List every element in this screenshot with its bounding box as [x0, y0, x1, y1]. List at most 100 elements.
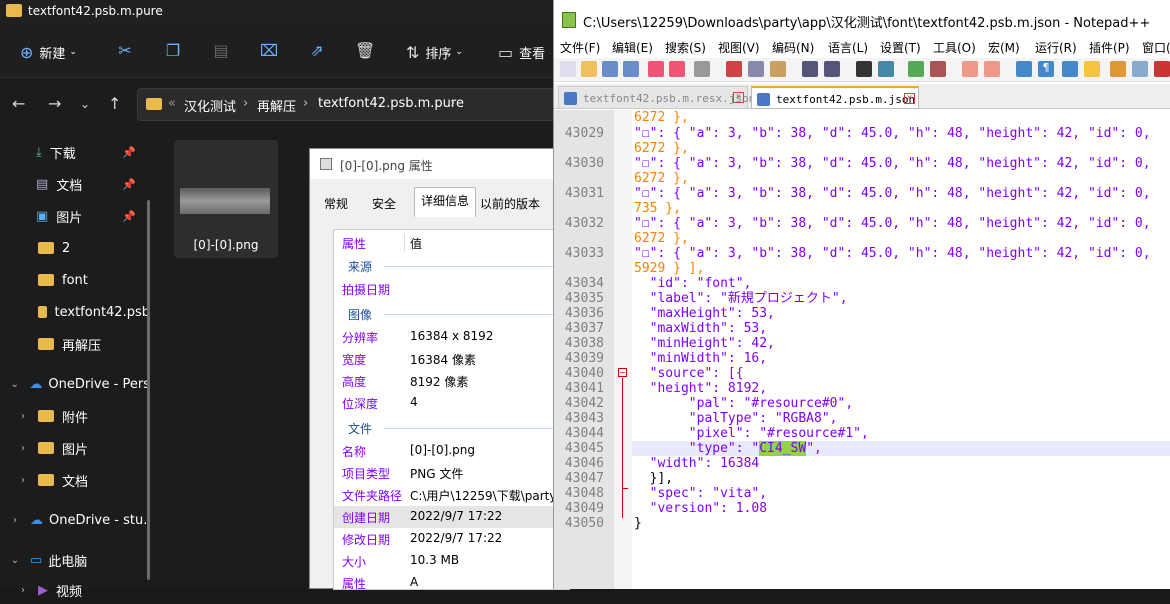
- sort-button[interactable]: ⇅ 排序 ⌄: [406, 40, 463, 64]
- record-macro-icon[interactable]: [1154, 61, 1170, 77]
- address-bar[interactable]: « 汉化测试 › 再解压 › textfont42.psb.m.pure ›: [137, 88, 567, 121]
- pin-icon[interactable]: 📌: [122, 178, 136, 191]
- menu-edit[interactable]: 编辑(E): [612, 39, 653, 56]
- menu-language[interactable]: 语言(L): [828, 39, 868, 56]
- close-all-icon[interactable]: [669, 61, 685, 77]
- new-button[interactable]: ⊕ 新建 ⌄: [20, 40, 77, 64]
- close-tab-icon[interactable]: ×: [733, 92, 744, 103]
- new-file-icon[interactable]: [560, 61, 576, 77]
- tab-details[interactable]: 详细信息: [414, 187, 477, 217]
- sidebar-item-rezip[interactable]: 再解压: [0, 330, 150, 358]
- menu-run[interactable]: 运行(R): [1035, 39, 1077, 56]
- table-row[interactable]: 大小 10.3 MB: [334, 550, 571, 572]
- share-icon[interactable]: ⇗: [307, 41, 327, 61]
- sidebar-item-folder-2[interactable]: 2: [0, 234, 150, 262]
- chevron-right-icon[interactable]: ›: [14, 585, 32, 596]
- save-icon[interactable]: [602, 61, 618, 77]
- table-row[interactable]: 高度 8192 像素: [334, 370, 571, 392]
- table-row[interactable]: 属性 A: [334, 572, 571, 594]
- copy-icon[interactable]: ❐: [163, 41, 183, 61]
- code-editor[interactable]: 6272 }, "☐": { "a": 3, "b": 38, "d": 45.…: [632, 110, 1170, 589]
- header-value[interactable]: 值: [410, 235, 422, 252]
- delete-icon[interactable]: 🗑: [355, 41, 375, 61]
- tab-general[interactable]: 常规: [318, 191, 354, 215]
- tab-previous-versions[interactable]: 以前的版本: [474, 191, 546, 215]
- tab-security[interactable]: 安全: [366, 191, 402, 215]
- menu-encoding[interactable]: 编码(N): [772, 39, 814, 56]
- cut-icon[interactable]: ✂: [115, 41, 135, 61]
- fold-collapse-icon[interactable]: −: [618, 368, 627, 377]
- breadcrumb-item[interactable]: textfont42.psb.m.pure: [318, 96, 464, 111]
- cut-icon[interactable]: [726, 61, 742, 77]
- folder-workspace-icon[interactable]: [1132, 61, 1148, 77]
- print-icon[interactable]: [694, 61, 710, 77]
- find-icon[interactable]: [856, 61, 872, 77]
- menu-settings[interactable]: 设置(T): [880, 39, 921, 56]
- sync-vertical-icon[interactable]: [962, 61, 978, 77]
- sync-horizontal-icon[interactable]: [984, 61, 1000, 77]
- table-row[interactable]: 创建日期 2022/9/7 17:22: [334, 506, 571, 528]
- open-file-icon[interactable]: [581, 61, 597, 77]
- close-icon[interactable]: [648, 61, 664, 77]
- close-tab-icon[interactable]: ×: [904, 93, 915, 104]
- tab-json[interactable]: textfont42.psb.m.json ×: [751, 86, 919, 109]
- undo-icon[interactable]: [802, 61, 818, 77]
- zoom-in-icon[interactable]: [908, 61, 924, 77]
- rename-icon[interactable]: ⌧: [259, 41, 279, 61]
- chevron-down-icon[interactable]: ⌄: [6, 379, 23, 390]
- sidebar-item-this-pc[interactable]: ⌄ ▭ 此电脑: [0, 546, 150, 574]
- document-map-icon[interactable]: [1084, 61, 1100, 77]
- table-row[interactable]: 项目类型 PNG 文件: [334, 462, 571, 484]
- word-wrap-icon[interactable]: [1016, 61, 1032, 77]
- menu-window[interactable]: 窗口(: [1142, 39, 1170, 56]
- function-list-icon[interactable]: [1110, 61, 1126, 77]
- chevron-down-icon[interactable]: ⌄: [6, 555, 24, 566]
- replace-icon[interactable]: [878, 61, 894, 77]
- paste-icon[interactable]: [770, 61, 786, 77]
- table-row[interactable]: 宽度 16384 像素: [334, 348, 571, 370]
- zoom-out-icon[interactable]: [930, 61, 946, 77]
- sidebar-item-onedrive-stu[interactable]: › ☁ OneDrive - stu.: [0, 506, 150, 534]
- sidebar-item-videos[interactable]: › ▶ 视频: [0, 576, 150, 604]
- menu-search[interactable]: 搜索(S): [665, 39, 706, 56]
- sidebar-scrollbar[interactable]: [147, 200, 150, 580]
- forward-arrow-icon[interactable]: →: [48, 94, 61, 113]
- chevron-right-icon[interactable]: ›: [14, 475, 32, 486]
- sidebar-item-documents[interactable]: ▤ 文档 📌: [0, 170, 150, 198]
- overflow-chevron-icon[interactable]: «: [168, 96, 176, 111]
- show-all-characters-icon[interactable]: ¶: [1038, 61, 1054, 77]
- menu-tools[interactable]: 工具(O): [933, 39, 976, 56]
- save-all-icon[interactable]: [623, 61, 639, 77]
- sidebar-item-font[interactable]: font: [0, 266, 150, 294]
- header-property[interactable]: 属性: [342, 235, 366, 252]
- breadcrumb-item[interactable]: 汉化测试: [184, 96, 236, 115]
- menu-macro[interactable]: 宏(M): [988, 39, 1020, 56]
- breadcrumb-item[interactable]: 再解压: [257, 96, 296, 115]
- menu-plugins[interactable]: 插件(P): [1089, 39, 1130, 56]
- paste-icon[interactable]: ▤: [211, 41, 231, 61]
- pin-icon[interactable]: 📌: [122, 146, 136, 159]
- menu-view[interactable]: 视图(V): [718, 39, 760, 56]
- pin-icon[interactable]: 📌: [122, 210, 136, 223]
- table-row[interactable]: 拍摄日期: [334, 278, 571, 300]
- sidebar-item-od-documents[interactable]: › 文档: [0, 466, 150, 494]
- sidebar-item-downloads[interactable]: ⤓ 下载 📌: [0, 138, 150, 166]
- menu-file[interactable]: 文件(F): [560, 39, 600, 56]
- table-row[interactable]: 文件夹路径 C:\用户\12259\下载\party: [334, 484, 571, 506]
- chevron-down-icon[interactable]: ⌄: [80, 97, 90, 111]
- redo-icon[interactable]: [824, 61, 840, 77]
- column-divider[interactable]: [404, 234, 405, 252]
- chevron-right-icon[interactable]: ›: [14, 443, 32, 454]
- table-row[interactable]: 分辨率 16384 x 8192: [334, 326, 571, 348]
- sidebar-item-attachments[interactable]: › 附件: [0, 402, 150, 430]
- sidebar-item-od-pictures[interactable]: › 图片: [0, 434, 150, 462]
- up-arrow-icon[interactable]: ↑: [108, 94, 121, 113]
- table-row[interactable]: 位深度 4: [334, 392, 571, 414]
- sidebar-item-onedrive-personal[interactable]: ⌄ ☁ OneDrive - Pers: [0, 370, 150, 398]
- table-row[interactable]: 修改日期 2022/9/7 17:22: [334, 528, 571, 550]
- chevron-right-icon[interactable]: ›: [6, 515, 24, 526]
- chevron-right-icon[interactable]: ›: [14, 411, 32, 422]
- sidebar-item-textfont42[interactable]: textfont42.psb: [0, 298, 150, 326]
- tab-resx-json[interactable]: textfont42.psb.m.resx.json ×: [558, 86, 755, 109]
- sidebar-item-pictures[interactable]: ▣ 图片 📌: [0, 202, 150, 230]
